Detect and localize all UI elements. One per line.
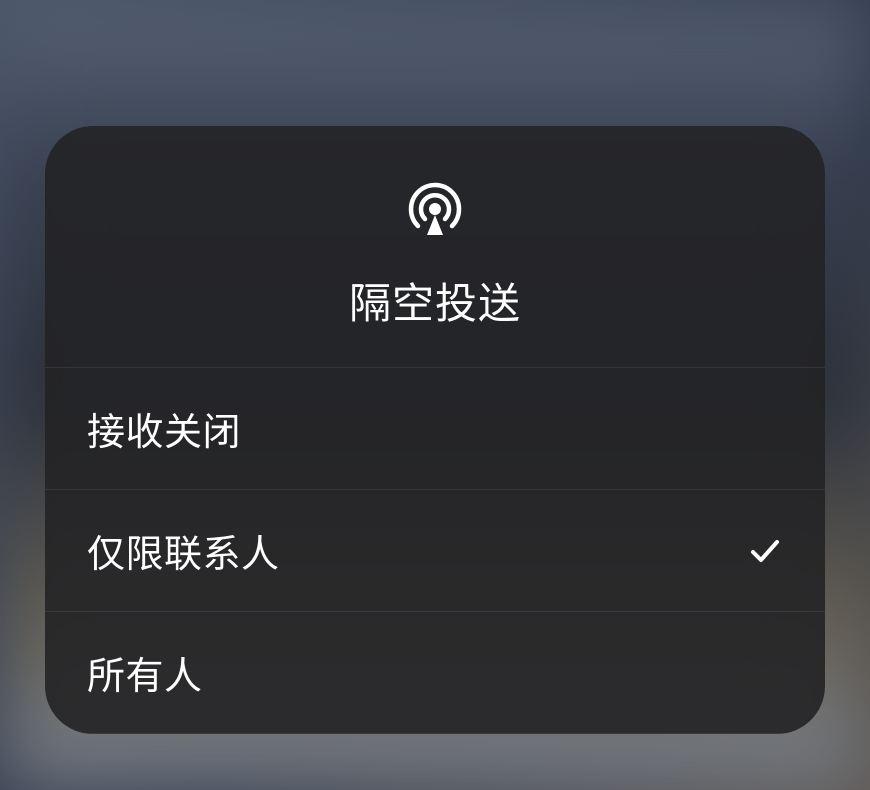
- option-contacts-only[interactable]: 仅限联系人: [45, 490, 825, 612]
- airdrop-panel: 隔空投送 接收关闭 仅限联系人 所有人: [45, 126, 825, 734]
- option-receiving-off[interactable]: 接收关闭: [45, 368, 825, 490]
- options-list: 接收关闭 仅限联系人 所有人: [45, 368, 825, 734]
- airdrop-icon: [400, 174, 470, 244]
- option-label: 仅限联系人: [87, 523, 280, 578]
- option-label: 接收关闭: [87, 401, 241, 456]
- panel-title: 隔空投送: [349, 270, 521, 331]
- option-label: 所有人: [87, 645, 203, 700]
- panel-header: 隔空投送: [45, 126, 825, 368]
- checkmark-icon: [747, 533, 783, 569]
- option-everyone[interactable]: 所有人: [45, 612, 825, 734]
